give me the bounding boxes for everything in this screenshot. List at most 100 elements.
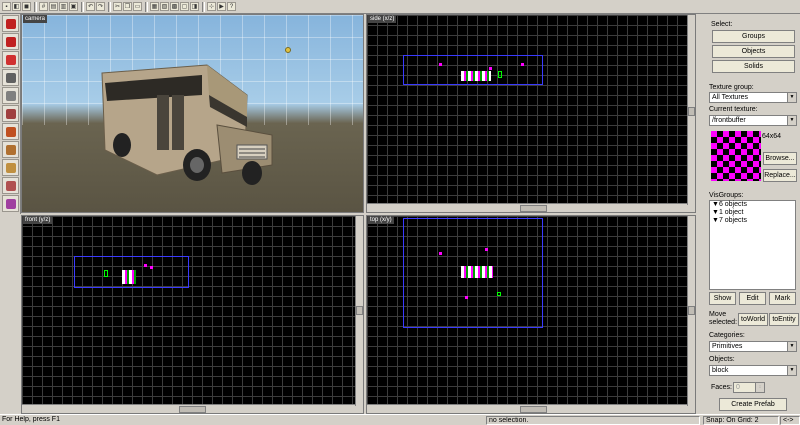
paste-icon[interactable]: ▭	[133, 2, 142, 11]
entity-marker	[489, 67, 492, 70]
run-map-icon[interactable]: ▶	[217, 2, 226, 11]
edit-button[interactable]: Edit	[739, 292, 766, 305]
side-vscroll[interactable]	[687, 15, 695, 205]
side-viewport[interactable]: side (x/z)	[366, 14, 696, 213]
help-icon[interactable]: ?	[227, 2, 236, 11]
top-hscroll[interactable]	[367, 404, 695, 413]
origin-marker	[104, 270, 108, 277]
ungroup-icon[interactable]: ▧	[160, 2, 169, 11]
entity-tool-icon[interactable]	[2, 69, 19, 86]
create-prefab-button[interactable]: Create Prefab	[719, 398, 787, 411]
path-tool-icon[interactable]	[2, 195, 19, 212]
redo-icon[interactable]: ↷	[96, 2, 105, 11]
chevron-down-icon[interactable]: ▼	[787, 93, 796, 102]
select-tool-icon[interactable]	[2, 15, 19, 32]
new-icon[interactable]: ▪	[2, 2, 11, 11]
current-texture-select[interactable]: /frontbuffer ▼	[709, 115, 797, 126]
texture-tool-icon[interactable]	[2, 105, 19, 122]
chevron-down-icon[interactable]: ▼	[787, 116, 796, 125]
status-bar: For Help, press F1 no selection. Snap: O…	[0, 414, 800, 425]
texture-group-select[interactable]: All Textures ▼	[709, 92, 797, 103]
grid-icon[interactable]: #	[39, 2, 48, 11]
side-hscroll[interactable]	[367, 203, 695, 212]
mark-button[interactable]: Mark	[769, 292, 796, 305]
categories-select[interactable]: Primitives ▼	[709, 341, 797, 352]
grid-smaller-icon[interactable]: ▤	[49, 2, 58, 11]
faces-spinner[interactable]: 0 ↕	[733, 382, 765, 393]
magnify-tool-icon[interactable]	[2, 33, 19, 50]
side-vscroll-thumb[interactable]	[688, 107, 695, 116]
toolbar-separator	[202, 1, 205, 12]
apply-texture-icon-glyph	[6, 127, 16, 137]
chevron-down-icon[interactable]: ▼	[787, 366, 796, 375]
clipping-tool-icon[interactable]	[2, 159, 19, 176]
object-bar-panel: Select: Groups Objects Solids Texture gr…	[705, 14, 800, 414]
decal-tool-icon-glyph	[6, 145, 16, 155]
entity-marker	[439, 63, 442, 66]
visgroups-list[interactable]: ▼6 objects ▼1 object ▼7 objects	[709, 200, 796, 290]
camera-viewport[interactable]: camera	[21, 14, 364, 213]
entity-marker	[485, 248, 488, 251]
apply-texture-icon[interactable]	[2, 123, 19, 140]
objects-label: Objects:	[709, 356, 735, 363]
texture-tool-icon-glyph	[6, 109, 16, 119]
groups-button[interactable]: Groups	[712, 30, 795, 43]
hollow-icon[interactable]: ▢	[180, 2, 189, 11]
bus-brush-fill	[461, 266, 493, 278]
replace-button[interactable]: Replace...	[763, 169, 797, 182]
block-tool-icon[interactable]	[2, 87, 19, 104]
bus-brush-fill	[122, 270, 136, 284]
group-icon[interactable]: ▦	[150, 2, 159, 11]
toolbar-separator	[108, 1, 111, 12]
top-hscroll-thumb[interactable]	[520, 406, 547, 413]
browse-button[interactable]: Browse...	[763, 152, 797, 165]
front-hscroll[interactable]	[22, 404, 363, 413]
to-world-button[interactable]: toWorld	[738, 313, 768, 326]
front-vscroll-thumb[interactable]	[356, 306, 363, 315]
save-icon[interactable]: ◼	[22, 2, 31, 11]
visgroups-label: VisGroups:	[709, 192, 744, 199]
light-entity-icon	[285, 47, 291, 53]
to-entity-button[interactable]: toEntity	[769, 313, 799, 326]
bus-model	[101, 64, 273, 185]
texture-group-label: Texture group:	[709, 84, 754, 91]
decal-tool-icon[interactable]	[2, 141, 19, 158]
top-vscroll-thumb[interactable]	[688, 306, 695, 315]
toolbar-separator	[145, 1, 148, 12]
objects-select[interactable]: block ▼	[709, 365, 797, 376]
visgroup-item[interactable]: ▼1 object	[710, 209, 795, 217]
entity-tool-icon-glyph	[6, 73, 16, 83]
visgroup-item[interactable]: ▼6 objects	[710, 201, 795, 209]
faces-label: Faces:	[711, 384, 733, 391]
chevron-down-icon[interactable]: ▼	[787, 342, 796, 351]
copy-icon[interactable]: ❐	[123, 2, 132, 11]
cut-icon[interactable]: ✂	[113, 2, 122, 11]
spinner-arrows-icon[interactable]: ↕	[755, 383, 764, 392]
undo-icon[interactable]: ↶	[86, 2, 95, 11]
grid-larger-icon[interactable]: ▥	[59, 2, 68, 11]
vertex-tool-icon[interactable]	[2, 177, 19, 194]
show-button[interactable]: Show	[709, 292, 736, 305]
front-viewport[interactable]: front (y/z)	[21, 215, 364, 414]
side-hscroll-thumb[interactable]	[520, 205, 547, 212]
carve-icon[interactable]: ▩	[170, 2, 179, 11]
visgroup-item[interactable]: ▼7 objects	[710, 217, 795, 225]
texture-size-label: 64x64	[762, 133, 782, 140]
path-tool-icon-glyph	[6, 199, 16, 209]
top-viewport[interactable]: top (x/y)	[366, 215, 696, 414]
camera-tool-icon[interactable]	[2, 51, 19, 68]
solids-button[interactable]: Solids	[712, 60, 795, 73]
texture-preview	[711, 131, 761, 181]
clipping-tool-icon-glyph	[6, 163, 16, 173]
objects-button[interactable]: Objects	[712, 45, 795, 58]
select-icon[interactable]: ⊹	[207, 2, 216, 11]
open-icon[interactable]: ◧	[12, 2, 21, 11]
select-tool-icon-glyph	[6, 19, 16, 29]
front-hscroll-thumb[interactable]	[179, 406, 206, 413]
front-vscroll[interactable]	[355, 216, 363, 406]
top-vscroll[interactable]	[687, 216, 695, 406]
texture-lock-icon[interactable]: ▣	[69, 2, 78, 11]
toggle-icon[interactable]: ◨	[190, 2, 199, 11]
entity-marker	[465, 296, 468, 299]
toolbar-separator	[81, 1, 84, 12]
